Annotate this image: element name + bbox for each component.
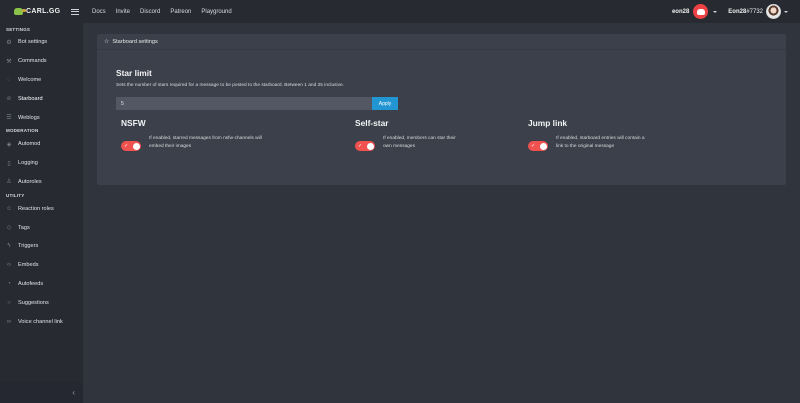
sidebar-item-label: Welcome [18, 76, 42, 83]
nav-link-invite[interactable]: Invite [116, 9, 130, 15]
guild-name[interactable]: eon28 [672, 9, 689, 15]
sidebar-item-label: Logging [18, 160, 38, 167]
rss-icon: ◔ [7, 280, 11, 287]
code-icon: ‹› [7, 262, 11, 269]
star-limit-input[interactable] [116, 97, 372, 110]
sidebar-item-autofeeds[interactable]: ◔ Autofeeds [0, 275, 83, 294]
bulb-icon: ○ [7, 299, 11, 306]
sidebar-item-welcome[interactable]: ◌ Welcome [0, 71, 83, 90]
nav-link-docs[interactable]: Docs [92, 9, 106, 15]
sidebar-item-automod[interactable]: ◈ Automod [0, 135, 83, 154]
sidebar-item-label: Commands [18, 58, 47, 65]
tag-icon: ◇ [6, 225, 12, 232]
star-limit-heading: Star limit [116, 68, 152, 78]
turtle-logo-icon [14, 8, 26, 15]
sidebar-item-label: Triggers [18, 243, 39, 250]
card-header: ☆ Starboard settings [97, 34, 786, 50]
top-nav: Docs Invite Discord Patreon Playground [89, 9, 242, 15]
section-title-moderation: MODERATION [6, 128, 39, 134]
list-icon: ☰ [6, 115, 12, 122]
sidebar-collapse-button[interactable]: ‹ [0, 382, 83, 403]
nav-link-playground[interactable]: Playground [201, 9, 231, 15]
sidebar-item-logging[interactable]: ▯ Logging [0, 154, 83, 173]
sidebar-item-tags[interactable]: ◇ Tags [0, 218, 83, 237]
sidebar-item-label: Tags [18, 224, 30, 231]
sidebar-item-label: Weblogs [18, 114, 40, 121]
file-icon: ▯ [7, 160, 11, 167]
section-title-settings: SETTINGS [6, 26, 31, 32]
menu-toggle-icon[interactable] [71, 8, 79, 15]
sidebar-item-label: Autoroles [18, 178, 42, 185]
sidebar-item-embeds[interactable]: ‹› Embeds [0, 256, 83, 275]
option-self-star: Self-star ✓ If enabled, members can star… [355, 118, 515, 151]
wrench-icon: ⚒ [6, 58, 12, 65]
nav-link-discord[interactable]: Discord [140, 9, 160, 15]
user-dropdown-chevron-icon[interactable] [784, 10, 788, 13]
top-bar: CARL.GG Docs Invite Discord Patreon Play… [0, 0, 800, 23]
sidebar-item-label: Suggestions [18, 299, 49, 306]
guild-dropdown-chevron-icon[interactable] [713, 10, 718, 13]
sidebar-item-bot-settings[interactable]: ⚙ Bot settings [0, 33, 83, 52]
check-icon: ✓ [358, 143, 363, 149]
sidebar-item-autoroles[interactable]: ♙ Autoroles [0, 173, 83, 192]
sidebar-item-starboard[interactable]: ☆ Starboard [0, 89, 83, 108]
sidebar-item-voice-channel-link[interactable]: ∞ Voice channel link [0, 312, 83, 331]
card-title: Starboard settings [112, 38, 158, 45]
starboard-settings-card: ☆ Starboard settings Star limit Sets the… [97, 34, 786, 185]
star-icon: ☆ [104, 39, 110, 45]
brand-name: CARL.GG [26, 8, 61, 15]
check-icon: ✓ [124, 143, 129, 149]
jump-link-toggle[interactable]: ✓ [528, 141, 548, 151]
sidebar-item-commands[interactable]: ⚒ Commands [0, 52, 83, 71]
option-nsfw: NSFW ✓ If enabled, starred messages from… [121, 118, 281, 151]
shield-icon: ◈ [6, 141, 12, 148]
discord-server-icon[interactable] [693, 4, 709, 19]
user-name[interactable]: Eon28 [728, 9, 746, 15]
sidebar-item-weblogs[interactable]: ☰ Weblogs [0, 108, 83, 127]
sidebar: SETTINGS ⚙ Bot settings ⚒ Commands ◌ Welcom… [0, 23, 83, 403]
account-area: eon28 Eon28 #7732 [672, 0, 788, 23]
self-star-toggle[interactable]: ✓ [355, 141, 375, 151]
sidebar-item-suggestions[interactable]: ○ Suggestions [0, 293, 83, 312]
sidebar-item-triggers[interactable]: ϟ Triggers [0, 237, 83, 256]
sidebar-item-label: Voice channel link [18, 318, 63, 325]
person-icon: ♙ [6, 179, 12, 186]
sidebar-item-label: Embeds [18, 262, 39, 269]
option-title: Self-star [355, 118, 389, 128]
lightning-icon: ϟ [7, 243, 11, 250]
star-limit-form: Apply [116, 97, 398, 110]
gear-icon: ⚙ [6, 39, 12, 46]
check-icon: ✓ [531, 143, 536, 149]
option-jump-link: Jump link ✓ If enabled, starboard entrie… [528, 118, 688, 151]
link-icon: ∞ [6, 318, 12, 325]
option-description: If enabled, starboard entries will conta… [556, 136, 645, 149]
star-limit-description: Sets the number of stars required for a … [116, 83, 344, 88]
section-title-utility: UTILITY [6, 192, 25, 198]
sidebar-item-label: Automod [18, 141, 41, 148]
nsfw-toggle[interactable]: ✓ [121, 141, 141, 151]
smiley-icon: ☺ [5, 205, 13, 212]
sidebar-item-label: Bot settings [18, 39, 48, 46]
option-description: If enabled, members can star their own m… [383, 136, 456, 149]
nav-link-patreon[interactable]: Patreon [170, 9, 191, 15]
avatar[interactable] [766, 4, 781, 19]
sidebar-item-label: Autofeeds [18, 280, 44, 287]
sidebar-item-label: Reaction roles [18, 205, 54, 212]
option-title: Jump link [528, 118, 568, 128]
option-description: If enabled, starred messages from nsfw-c… [149, 136, 262, 149]
user-tag: #7732 [746, 8, 763, 15]
star-icon: ☆ [6, 96, 12, 103]
sidebar-item-reaction-roles[interactable]: ☺ Reaction roles [0, 199, 83, 218]
sidebar-item-label: Starboard [18, 95, 43, 102]
chat-bubble-icon: ◌ [7, 76, 11, 83]
apply-button[interactable]: Apply [372, 97, 398, 110]
option-title: NSFW [121, 118, 146, 128]
chevron-left-icon: ‹ [72, 388, 75, 397]
